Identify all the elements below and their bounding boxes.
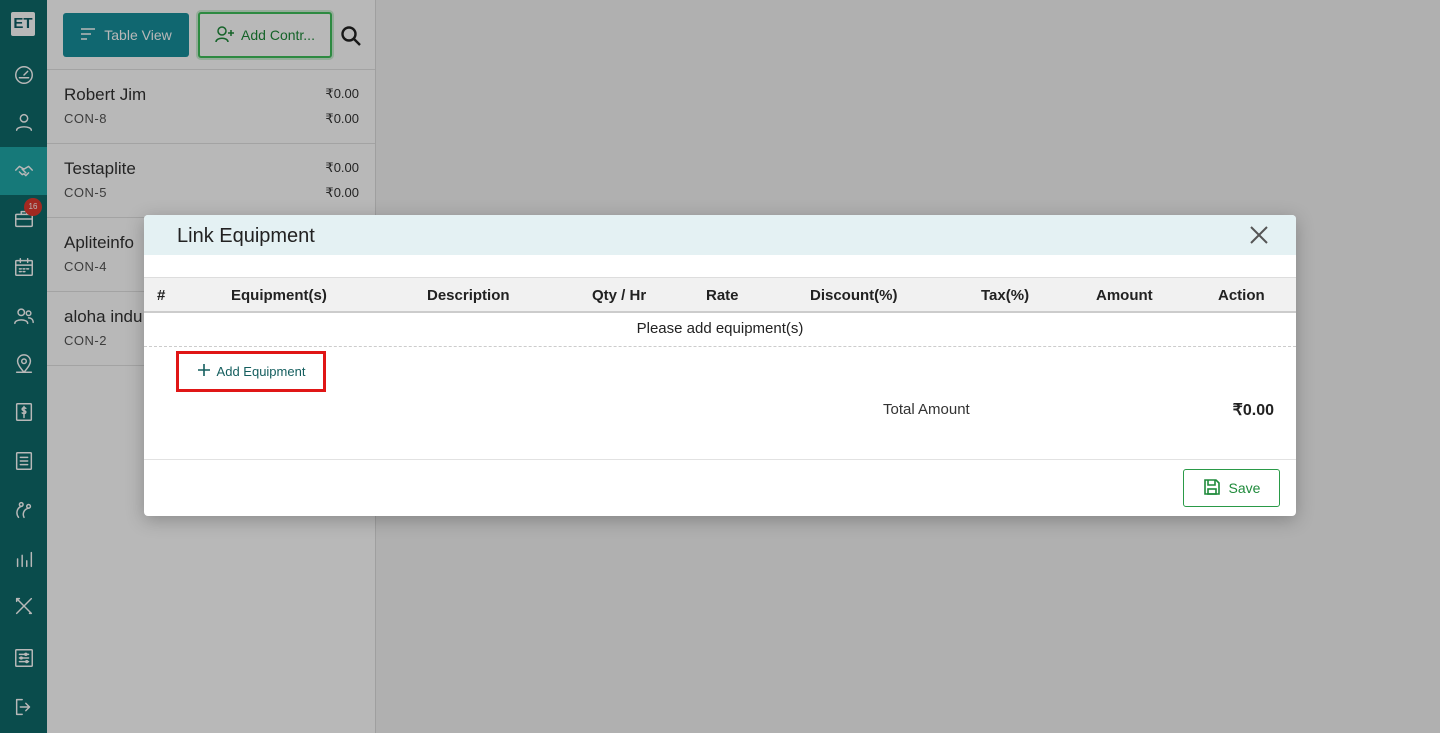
plus-icon xyxy=(197,363,211,380)
modal-title: Link Equipment xyxy=(177,225,315,247)
column-header: Action xyxy=(1218,287,1265,304)
save-label: Save xyxy=(1228,480,1261,496)
column-header: Description xyxy=(427,287,510,304)
column-header: # xyxy=(157,287,166,304)
column-header: Qty / Hr xyxy=(592,287,647,304)
column-header: Equipment(s) xyxy=(231,287,327,304)
total-amount-value: ₹0.00 xyxy=(1232,402,1274,419)
save-icon xyxy=(1203,478,1221,499)
link-equipment-modal: Link Equipment # Equipment(s) Descriptio… xyxy=(144,215,1296,516)
save-button[interactable]: Save xyxy=(1183,469,1280,507)
total-amount-label: Total Amount xyxy=(883,401,970,418)
column-header: Amount xyxy=(1096,287,1153,304)
modal-footer-divider xyxy=(144,459,1296,460)
add-equipment-button[interactable]: Add Equipment xyxy=(176,351,326,392)
empty-table-message: Please add equipment(s) xyxy=(144,313,1296,347)
add-equipment-label: Add Equipment xyxy=(216,364,306,379)
column-header: Discount(%) xyxy=(810,287,898,304)
equipment-table-header: # Equipment(s) Description Qty / Hr Rate… xyxy=(144,277,1296,313)
close-icon[interactable] xyxy=(1248,224,1270,246)
column-header: Rate xyxy=(706,287,739,304)
column-header: Tax(%) xyxy=(981,287,1030,304)
modal-header: Link Equipment xyxy=(144,215,1296,255)
